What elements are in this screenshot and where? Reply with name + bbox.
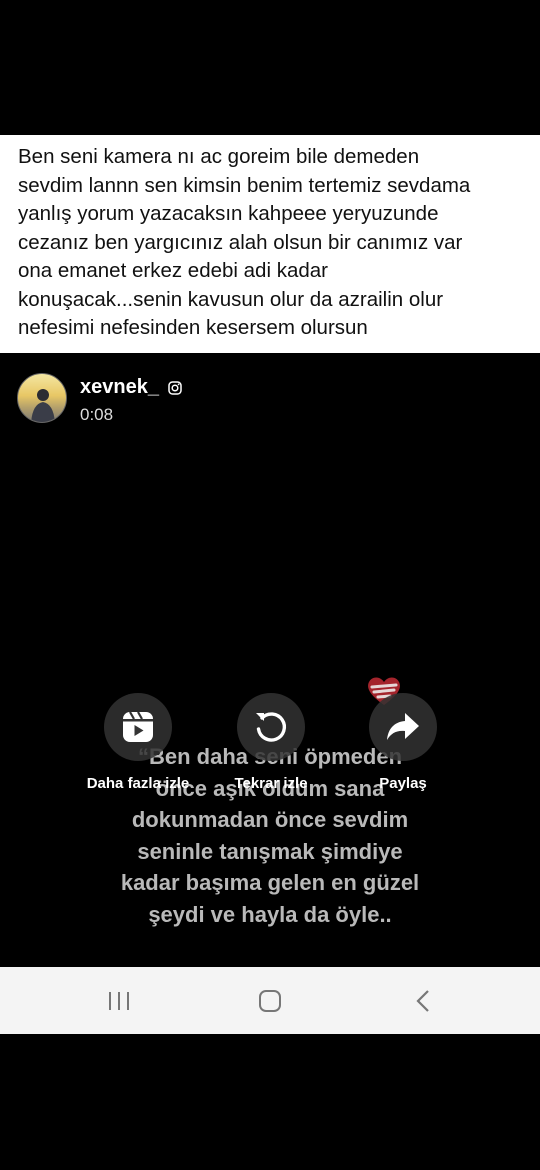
back-icon xyxy=(416,989,429,1012)
home-icon xyxy=(259,989,281,1012)
avatar[interactable] xyxy=(17,373,67,423)
author-header[interactable]: xevnek_ 0:08 xyxy=(17,373,182,425)
share-button[interactable] xyxy=(369,693,437,761)
recent-apps-icon xyxy=(109,991,129,1010)
post-caption-box: Ben seni kamera nı ac goreim bile demede… xyxy=(0,135,540,353)
video-duration: 0:08 xyxy=(80,405,114,424)
recent-apps-button[interactable] xyxy=(79,967,159,1034)
more-videos-label[interactable]: Daha fazla izle xyxy=(68,775,208,792)
replay-control[interactable]: Tekrar izle xyxy=(201,693,341,792)
post-caption: Ben seni kamera nı ac goreim bile demede… xyxy=(18,145,471,339)
reels-icon xyxy=(123,711,153,742)
share-control[interactable]: Paylaş xyxy=(333,693,473,792)
back-button[interactable] xyxy=(383,967,463,1034)
more-videos-control[interactable]: Daha fazla izle xyxy=(68,693,208,792)
system-navigation-bar xyxy=(0,967,540,1034)
home-button[interactable] xyxy=(230,967,310,1034)
video-player[interactable]: xevnek_ 0:08 “Ben daha seni öpmeden önce… xyxy=(0,353,540,967)
share-arrow-icon xyxy=(387,713,419,740)
end-screen-controls: Daha fazla izle Tekrar izle Paylaş xyxy=(0,693,540,813)
instagram-icon xyxy=(168,380,182,395)
replay-icon xyxy=(256,712,287,742)
replay-label[interactable]: Tekrar izle xyxy=(201,775,341,792)
replay-button[interactable] xyxy=(237,693,305,761)
username[interactable]: xevnek_ xyxy=(80,376,159,399)
share-label[interactable]: Paylaş xyxy=(333,775,473,792)
more-videos-button[interactable] xyxy=(104,693,172,761)
